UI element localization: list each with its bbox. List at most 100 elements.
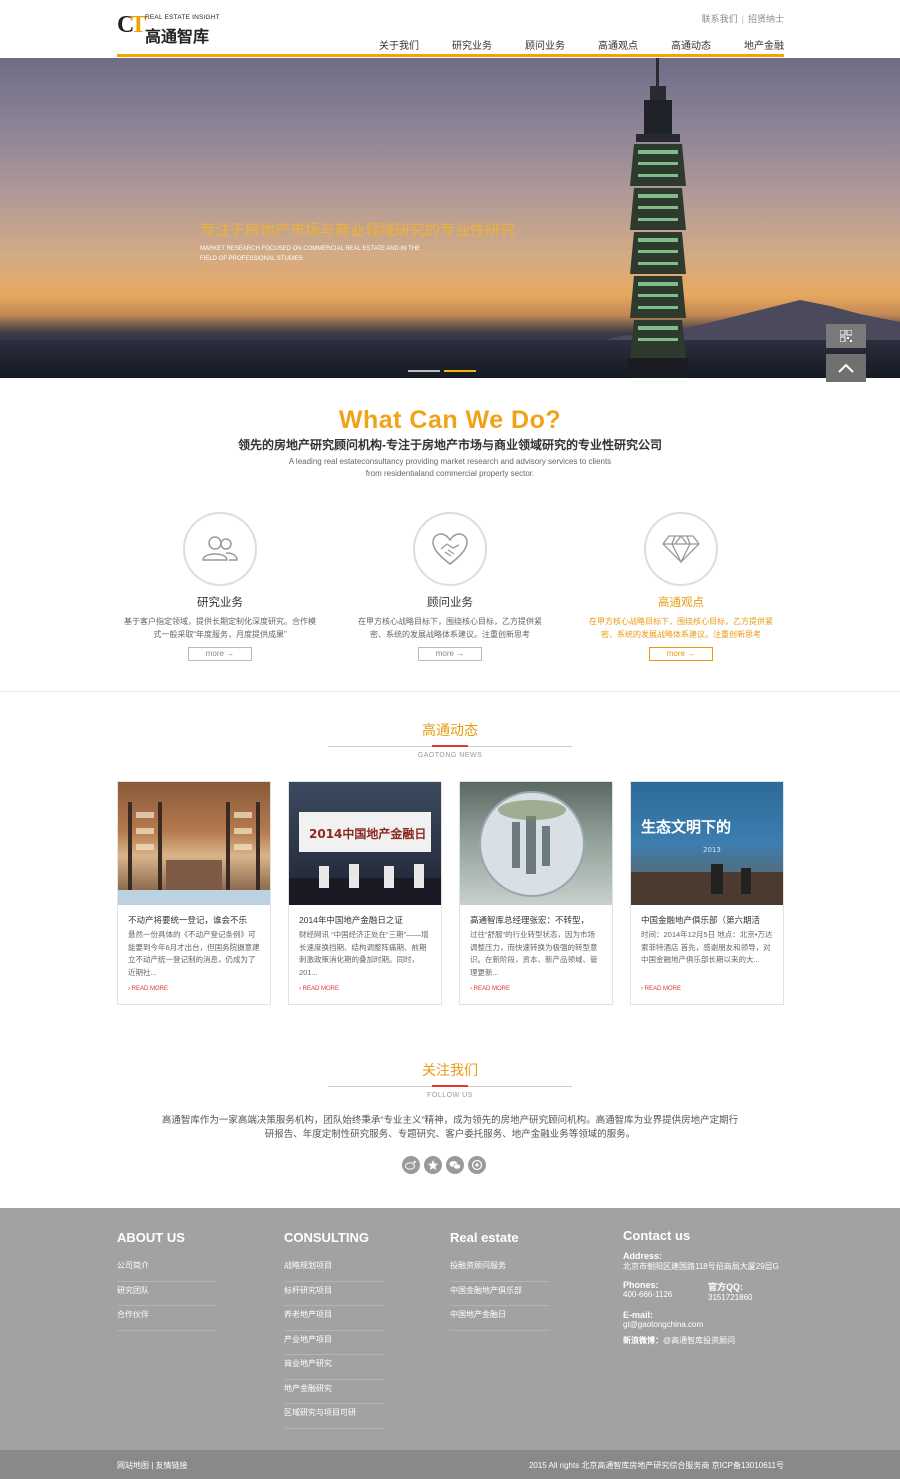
news-image-library[interactable] [118,782,270,905]
banner-subtitle: MARKET RESEARCH FOCUSED ON COMMERCIAL RE… [200,246,421,262]
address-value: 北京市朝阳区建国路118号招商局大厦29层G [623,1262,779,1271]
news-title[interactable]: 不动产将要统一登记，谁会不乐 [118,905,270,926]
news-title[interactable]: 高通智库总经理张宏：不转型， [460,905,612,926]
footer-consulting: CONSULTING 战略规划项目 标杆研究项目 养老地产项目 产业地产项目 商… [284,1230,384,1429]
service-title: 高通观点 [658,597,704,609]
qrcode-button[interactable] [826,324,866,348]
footer-link[interactable]: 养老地产项目 [284,1306,384,1331]
more-button[interactable]: more → [649,647,713,661]
footer-link[interactable]: 商业地产研究 [284,1355,384,1380]
back-to-top-button[interactable] [826,354,866,382]
weibo-label: 新浪微博： [623,1336,663,1345]
news-card[interactable]: 生态文明下的 2013 中国金融地产俱乐部（第六期活 时间：2014年12月5日… [630,781,784,1005]
chevron-up-icon [838,363,854,373]
nav-research[interactable]: 研究业务 [419,37,492,52]
site-footer: ABOUT US 公司简介 研究团队 合作伙伴 CONSULTING 战略规划项… [0,1208,900,1450]
news-image-glass-ball[interactable] [460,782,612,905]
service-research: 研究业务 基于客户指定领域，提供长期定制化深度研究。合作模式一般采取“年度服务，… [105,512,335,661]
contact-link[interactable]: 联系我们 [702,14,738,24]
service-desc: 在甲方核心战略目标下，围绕核心目标，乙方提供紧密、系统的发展战略体系建议。注重创… [358,617,542,639]
news-desc: 财经网讯 “中国经济正处在“三期”——增长速度换挡期、结构调整阵痛期、前期刺激政… [299,930,429,977]
footer-link[interactable]: 中国金融地产俱乐部 [450,1282,550,1306]
nav-consulting[interactable]: 顾问业务 [492,37,565,52]
service-icon-circle[interactable] [644,512,718,586]
weibo-icon[interactable] [402,1156,420,1174]
service-desc: 基于客户指定领域，提供长期定制化深度研究。合作模式一般采取“年度服务，月度提供成… [124,617,316,639]
news-image-conference[interactable]: 2014中国地产金融日 [289,782,441,905]
news-title[interactable]: 2014年中国地产金融日之证 [289,905,441,926]
slider-dot-active[interactable] [444,370,476,372]
wechat-icon[interactable] [446,1156,464,1174]
logo-english: REAL ESTATE INSIGHT [145,14,220,21]
chat-icon[interactable] [468,1156,486,1174]
more-button[interactable]: more → [418,647,482,661]
what-section: What Can We Do? 领先的房地产研究顾问机构-专注于房地产市场与商业… [0,406,900,480]
phone-value: 400-666-1126 [623,1290,673,1299]
follow-text: 高通智库作为一家高端决策服务机构，团队始终秉承“专业主义”精神，成为领先的房地产… [161,1115,739,1140]
qrcode-icon [840,330,852,342]
service-title: 顾问业务 [427,597,473,609]
main-nav: 关于我们 研究业务 顾问业务 高通观点 高通动态 地产金融 [346,37,784,52]
more-button[interactable]: more → [188,647,252,661]
footer-link[interactable]: 投融资顾问服务 [450,1257,550,1282]
slider-dot[interactable] [408,370,440,372]
read-more-link[interactable]: › READ MORE [631,980,783,992]
footer-link[interactable]: 区域研究与项目可研 [284,1404,384,1429]
footer-link[interactable]: 中国地产金融日 [450,1306,550,1331]
news-title[interactable]: 中国金融地产俱乐部（第六期活 [631,905,783,926]
poster-text: 2014中国地产金融日 [309,826,426,841]
footer-link[interactable]: 标杆研究项目 [284,1282,384,1306]
read-more-link[interactable]: › READ MORE [460,980,612,992]
footer-link[interactable]: 公司简介 [117,1257,217,1282]
footer-bottom-bar: 网站地图 | 友情链接 2015 All rights 北京高通智库房地产研究综… [0,1450,900,1479]
footer-link[interactable]: 合作伙伴 [117,1306,217,1331]
news-desc: 时间：2014年12月5日 地点：北京•万达索菲特酒店 首先，感谢朋友和领导，对… [641,930,773,964]
email-label: E-mail: [623,1310,654,1320]
site-header: CT REAL ESTATE INSIGHT 高通智库 联系我们 | 招贤纳士 关于… [0,0,900,58]
recruit-link[interactable]: 招贤纳士 [748,14,784,24]
news-image-club[interactable]: 生态文明下的 2013 [631,782,783,905]
banner-title: 专注于房地产市场与商业领域研究的专业性研究 [200,222,516,239]
logo[interactable]: CT REAL ESTATE INSIGHT 高通智库 [117,12,237,46]
news-card[interactable]: 不动产将要统一登记，谁会不乐 悬然一份具体的《不动产登记条例》可能要到今年6月才… [117,781,271,1005]
news-card[interactable]: 高通智库总经理张宏：不转型， 过往“舒服”的行业转型状态，因为市场调整压力，而快… [459,781,613,1005]
footer-link[interactable]: 地产金融研究 [284,1380,384,1404]
taipei-tower-image [628,58,688,378]
read-more-link[interactable]: › READ MORE [289,980,441,992]
service-desc: 在甲方核心战略目标下，围绕核心目标，乙方提供紧密、系统的发展战略体系建议。注重创… [589,617,773,639]
email-value[interactable]: gt@gaotongchina.com [623,1320,793,1329]
nav-news[interactable]: 高通动态 [638,37,711,52]
nav-underline [117,54,784,57]
copyright: 2015 All rights 北京高通智库房地产研究综合服务商 京ICP备13… [528,1461,784,1470]
qq-label: 官方QQ: [708,1282,743,1292]
footer-link[interactable]: 战略规划项目 [284,1257,384,1282]
follow-subtitle: FOLLOW US [427,1092,473,1099]
nav-finance[interactable]: 地产金融 [711,37,784,52]
banner-year: 2013 [703,846,721,854]
nav-views[interactable]: 高通观点 [565,37,638,52]
hero-banner: 专注于房地产市场与商业领域研究的专业性研究 MARKET RESEARCH FO… [0,58,900,378]
footer-link[interactable]: 产业地产项目 [284,1331,384,1355]
sitemap-links[interactable]: 网站地图 | 友情链接 [117,1460,188,1471]
read-more-link[interactable]: › READ MORE [118,980,270,992]
section-divider [0,691,900,692]
diamond-icon [662,535,700,564]
news-card[interactable]: 2014中国地产金融日 2014年中国地产金融日之证 财经网讯 “中国经济正处在… [288,781,442,1005]
phone-label: Phones: [623,1280,659,1290]
service-views: 高通观点 在甲方核心战略目标下，围绕核心目标，乙方提供紧密、系统的发展战略体系建… [566,512,796,661]
nav-about[interactable]: 关于我们 [346,37,419,52]
people-icon [202,536,238,561]
star-icon[interactable] [424,1156,442,1174]
footer-consulting-title: CONSULTING [284,1230,369,1245]
banner-slogan: 生态文明下的 [641,818,731,836]
footer-link[interactable]: 研究团队 [117,1282,217,1306]
weibo-value[interactable]: @高通智库投资顾问 [663,1336,735,1345]
service-icon-circle[interactable] [183,512,257,586]
logo-chinese: 高通智库 [145,29,210,46]
service-title: 研究业务 [197,597,243,609]
news-list: 不动产将要统一登记，谁会不乐 悬然一份具体的《不动产登记条例》可能要到今年6月才… [117,781,784,1005]
city-skyline [0,340,900,378]
service-icon-circle[interactable] [413,512,487,586]
what-subheading: 领先的房地产研究顾问机构-专注于房地产市场与商业领域研究的专业性研究公司 [238,438,662,452]
what-heading: What Can We Do? [338,406,562,434]
